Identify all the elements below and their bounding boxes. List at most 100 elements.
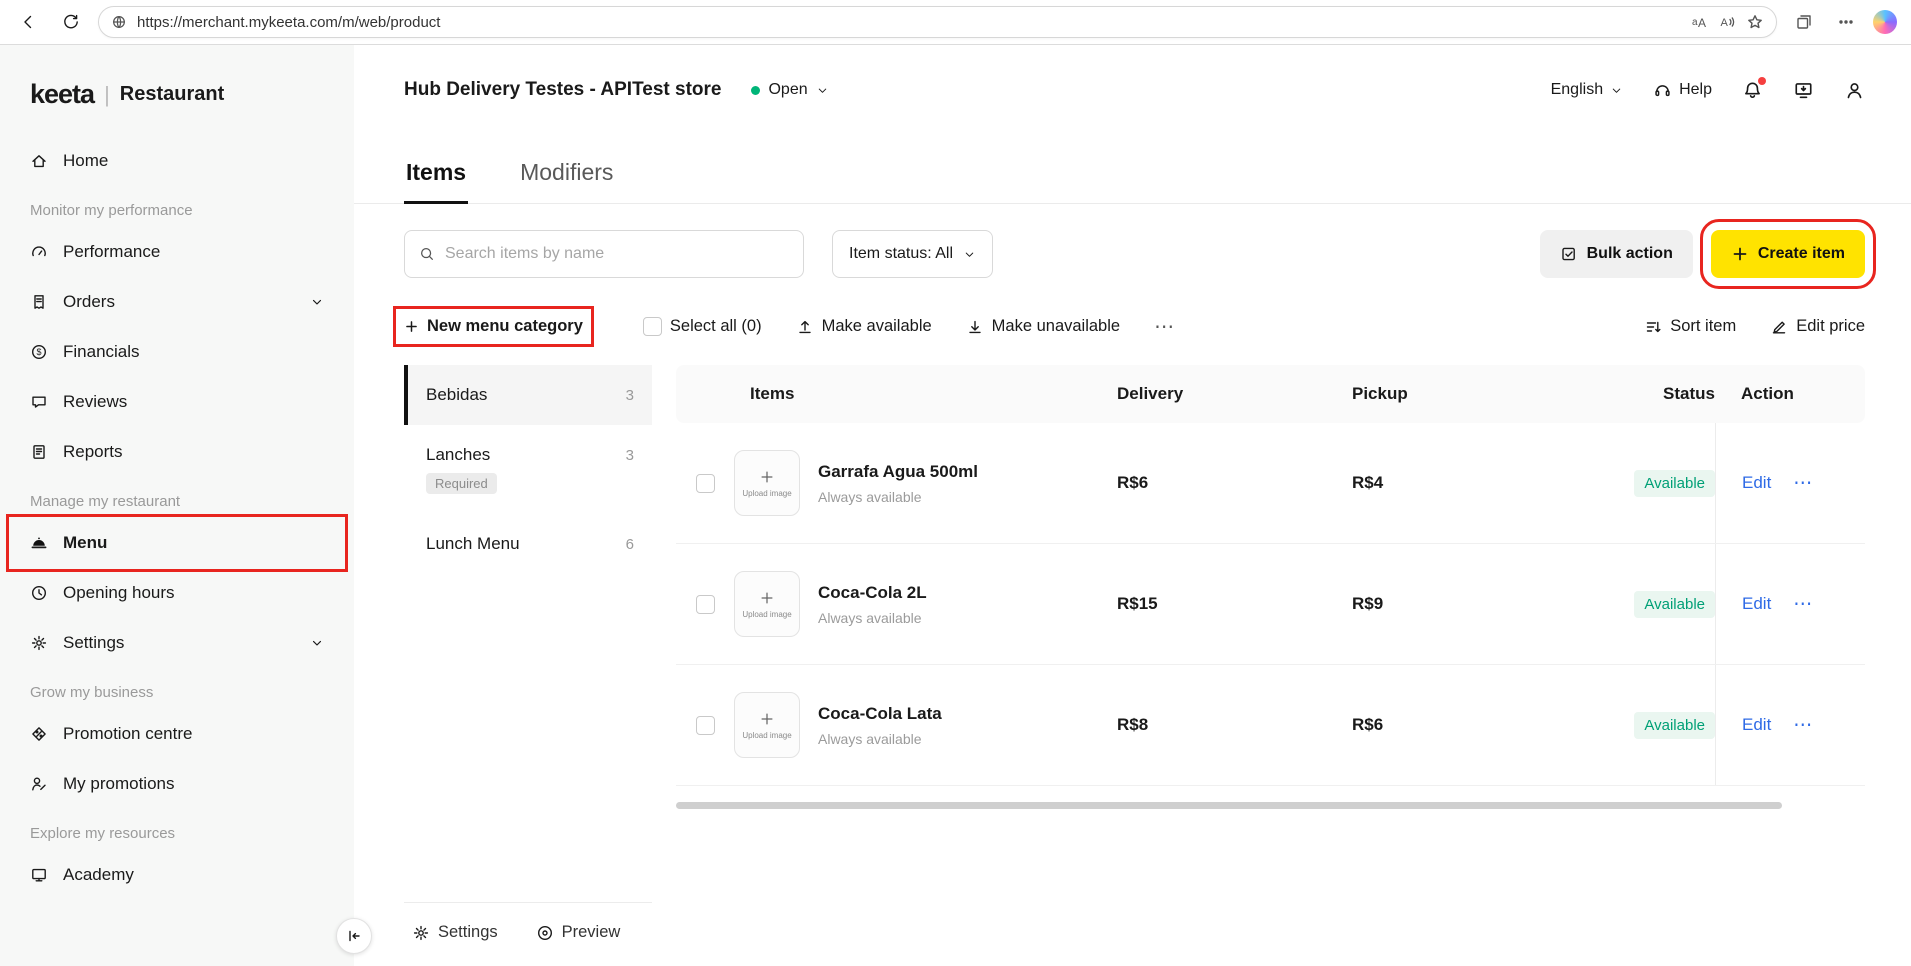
svg-text:$: $ xyxy=(36,347,41,357)
content-body: Bebidas 3 Lanches 3 Required Lunch Menu … xyxy=(404,365,1865,966)
ellipsis-icon: ⋯ xyxy=(1154,314,1175,339)
row-more-icon[interactable]: ⋯ xyxy=(1793,593,1812,616)
upload-image-tile[interactable]: Upload image xyxy=(734,450,800,516)
select-all-checkbox[interactable] xyxy=(643,317,662,336)
header-items: Items xyxy=(734,384,1117,404)
sidebar-collapse-button[interactable] xyxy=(336,918,372,954)
upload-image-tile[interactable]: Upload image xyxy=(734,692,800,758)
menu-preview-label: Preview xyxy=(562,923,621,942)
header-delivery: Delivery xyxy=(1117,384,1352,404)
search-box[interactable] xyxy=(404,230,804,278)
category-count: 6 xyxy=(626,536,634,553)
sidebar-item-label: Home xyxy=(63,151,108,171)
sidebar-item-financials[interactable]: $ Financials xyxy=(0,327,354,377)
horizontal-scrollbar[interactable] xyxy=(676,802,1782,809)
upload-image-tile[interactable]: Upload image xyxy=(734,571,800,637)
edit-link[interactable]: Edit xyxy=(1742,715,1771,735)
search-input[interactable] xyxy=(445,245,789,263)
new-menu-category-button[interactable]: New menu category xyxy=(404,317,583,336)
topbar: Hub Delivery Testes - APITest store Open… xyxy=(354,45,1911,135)
device-button[interactable] xyxy=(1793,80,1814,101)
notifications-button[interactable] xyxy=(1742,80,1763,101)
item-status-filter[interactable]: Item status: All xyxy=(832,230,993,278)
menu-preview-button[interactable]: Preview xyxy=(536,923,621,942)
menu-settings-button[interactable]: Settings xyxy=(412,923,498,942)
select-all-control[interactable]: Select all (0) xyxy=(643,317,762,336)
collections-icon[interactable] xyxy=(1789,7,1819,37)
make-unavailable-label: Make unavailable xyxy=(992,317,1120,336)
row-checkbox[interactable] xyxy=(696,595,715,614)
edit-pencil-icon xyxy=(1770,318,1788,336)
browser-menu-icon[interactable] xyxy=(1831,7,1861,37)
sort-item-button[interactable]: Sort item xyxy=(1644,317,1736,336)
table-row: Upload image Coca-Cola Lata Always avail… xyxy=(676,665,1865,786)
make-unavailable-button[interactable]: Make unavailable xyxy=(966,317,1120,336)
table-row: Upload image Garrafa Agua 500ml Always a… xyxy=(676,423,1865,544)
edit-link[interactable]: Edit xyxy=(1742,594,1771,614)
plus-icon xyxy=(759,711,775,727)
sidebar-item-reviews[interactable]: Reviews xyxy=(0,377,354,427)
menu-settings-label: Settings xyxy=(438,923,498,942)
row-checkbox[interactable] xyxy=(696,716,715,735)
category-item-lanches[interactable]: Lanches 3 Required xyxy=(404,425,652,514)
translate-icon[interactable]: aA xyxy=(1690,13,1708,31)
sidebar-item-label: Performance xyxy=(63,242,160,262)
section-manage: Manage my restaurant xyxy=(0,477,354,518)
reports-icon xyxy=(30,443,48,461)
sidebar-item-orders[interactable]: Orders xyxy=(0,277,354,327)
address-bar[interactable]: https://merchant.mykeeta.com/m/web/produ… xyxy=(98,6,1777,38)
performance-icon xyxy=(30,243,48,261)
sidebar-item-promotion-centre[interactable]: Promotion centre xyxy=(0,709,354,759)
item-name: Garrafa Agua 500ml xyxy=(818,462,978,482)
person-icon xyxy=(1844,80,1865,101)
sidebar-item-my-promotions[interactable]: My promotions xyxy=(0,759,354,809)
category-item-lunch-menu[interactable]: Lunch Menu 6 xyxy=(404,514,652,574)
language-selector[interactable]: English xyxy=(1551,81,1623,99)
category-count: 3 xyxy=(626,447,634,464)
sort-item-label: Sort item xyxy=(1670,317,1736,336)
sidebar-item-label: Settings xyxy=(63,633,124,653)
help-button[interactable]: Help xyxy=(1653,81,1712,100)
sidebar-item-opening-hours[interactable]: Opening hours xyxy=(0,568,354,618)
section-explore: Explore my resources xyxy=(0,809,354,850)
store-status-dropdown[interactable]: Open xyxy=(751,81,828,99)
read-aloud-icon[interactable]: A xyxy=(1718,13,1736,31)
header-action: Action xyxy=(1715,384,1865,404)
row-checkbox[interactable] xyxy=(696,474,715,493)
sort-icon xyxy=(1644,318,1662,336)
copilot-icon[interactable] xyxy=(1873,10,1897,34)
pickup-price: R$9 xyxy=(1352,594,1580,614)
svg-text:A: A xyxy=(1721,17,1729,29)
favorite-star-icon[interactable] xyxy=(1746,13,1764,31)
make-available-button[interactable]: Make available xyxy=(796,317,932,336)
row-more-icon[interactable]: ⋯ xyxy=(1793,472,1812,495)
refresh-icon[interactable] xyxy=(56,7,86,37)
sidebar-item-home[interactable]: Home xyxy=(0,136,354,186)
home-icon xyxy=(30,152,48,170)
sidebar-item-academy[interactable]: Academy xyxy=(0,850,354,900)
sidebar-item-reports[interactable]: Reports xyxy=(0,427,354,477)
gear-icon xyxy=(30,634,48,652)
edit-price-button[interactable]: Edit price xyxy=(1770,317,1865,336)
sidebar-item-settings[interactable]: Settings xyxy=(0,618,354,668)
main: Hub Delivery Testes - APITest store Open… xyxy=(354,45,1911,966)
tab-items[interactable]: Items xyxy=(404,145,468,204)
tab-modifiers[interactable]: Modifiers xyxy=(518,145,615,203)
category-item-bebidas[interactable]: Bebidas 3 xyxy=(404,365,652,425)
more-actions-button[interactable]: ⋯ xyxy=(1154,314,1175,339)
status-badge: Available xyxy=(1634,470,1715,497)
new-menu-category-label: New menu category xyxy=(427,317,583,336)
create-item-button[interactable]: Create item xyxy=(1711,230,1865,278)
sidebar-item-performance[interactable]: Performance xyxy=(0,227,354,277)
site-info-icon[interactable] xyxy=(111,14,127,30)
search-icon xyxy=(419,246,435,262)
sidebar-item-menu[interactable]: Menu xyxy=(10,518,344,568)
back-icon[interactable] xyxy=(14,7,44,37)
bulk-action-button[interactable]: Bulk action xyxy=(1540,230,1693,278)
category-footer: Settings Preview xyxy=(404,902,652,966)
edit-link[interactable]: Edit xyxy=(1742,473,1771,493)
open-status-dot xyxy=(751,86,760,95)
create-item-label: Create item xyxy=(1758,245,1845,263)
row-more-icon[interactable]: ⋯ xyxy=(1793,714,1812,737)
account-button[interactable] xyxy=(1844,80,1865,101)
